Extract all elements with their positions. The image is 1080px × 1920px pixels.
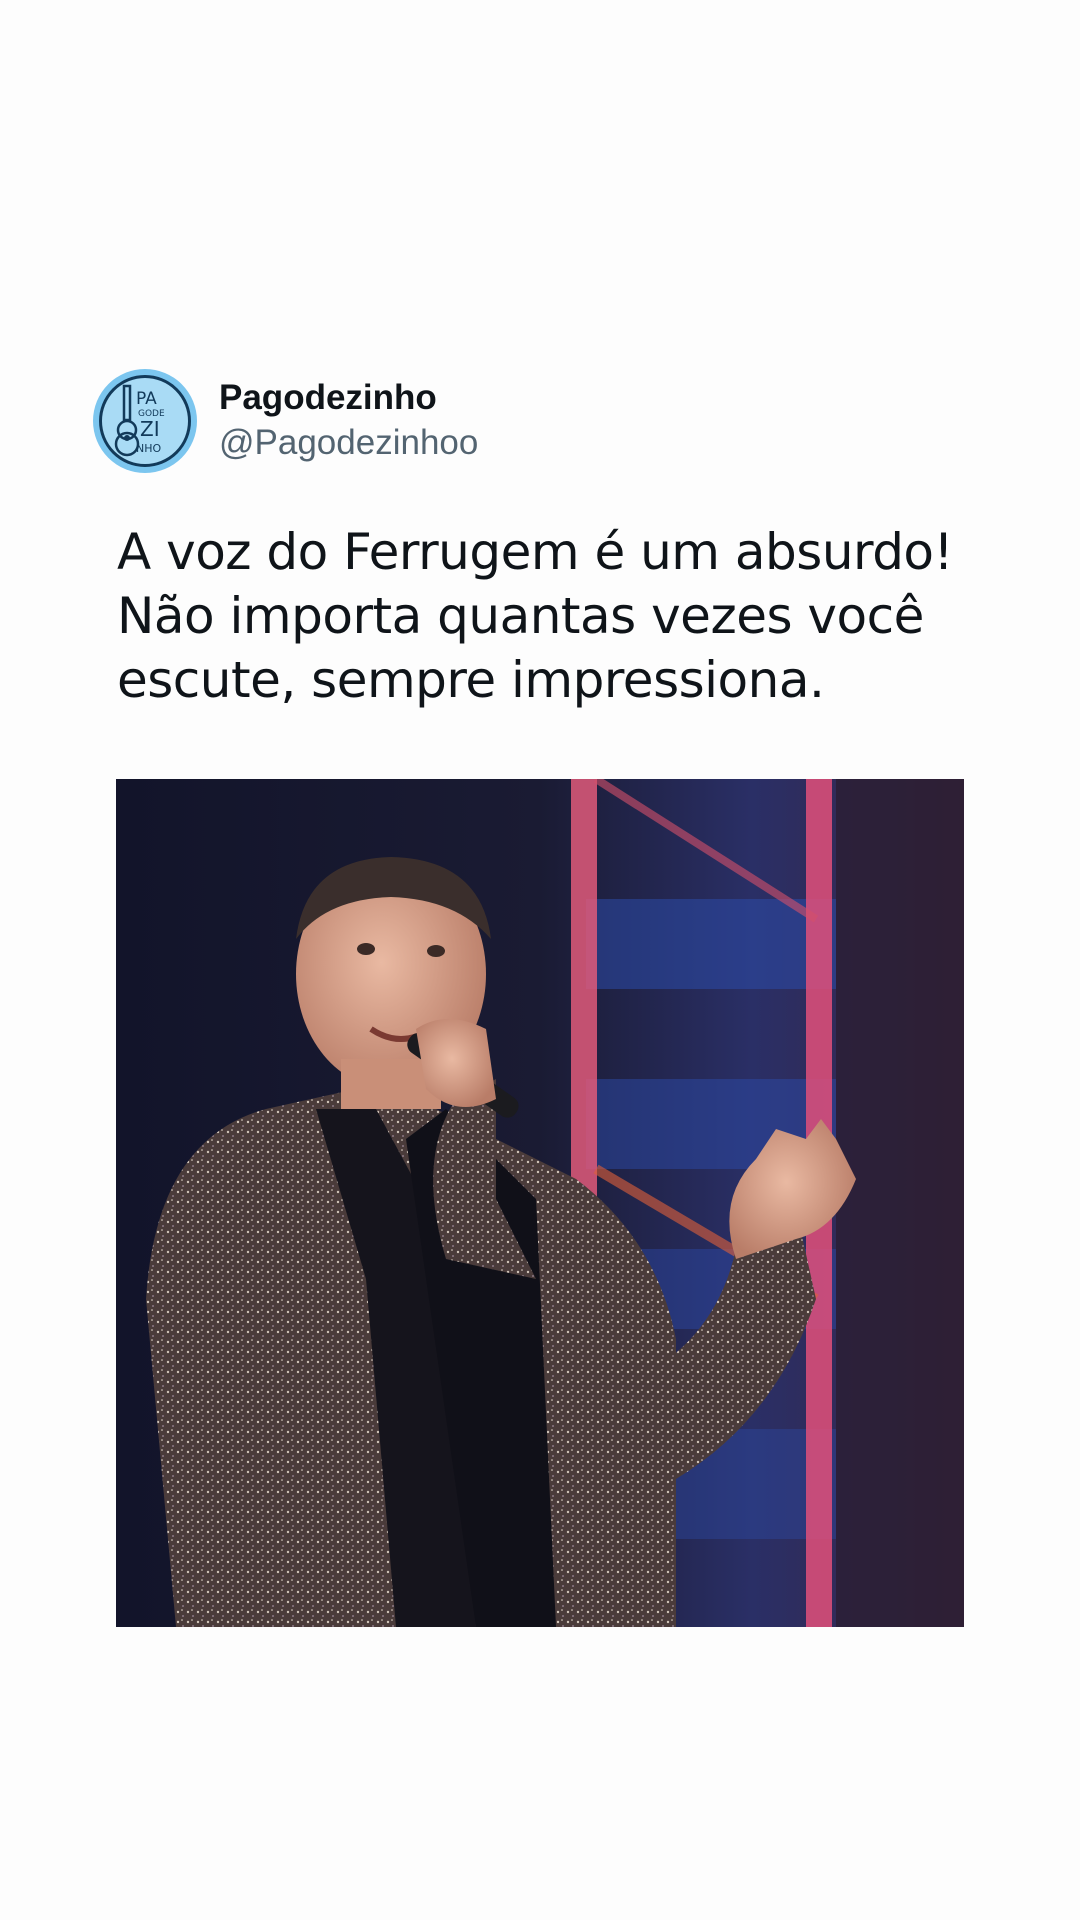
post-header: PA GODE ZI NHO Pagodezinho @Pagodezinhoo — [93, 369, 478, 473]
avatar-logo-line: NHO — [136, 442, 162, 455]
singer-performing-photo — [116, 779, 964, 1627]
avatar[interactable]: PA GODE ZI NHO — [93, 369, 197, 473]
author-handle[interactable]: @Pagodezinhoo — [219, 420, 478, 466]
post-card: PA GODE ZI NHO Pagodezinho @Pagodezinhoo… — [0, 0, 1080, 1920]
author-display-name[interactable]: Pagodezinho — [219, 376, 478, 420]
author-identity: Pagodezinho @Pagodezinhoo — [219, 376, 478, 466]
avatar-logo-line: PA — [136, 389, 157, 409]
post-text: A voz do Ferrugem é um absurdo! Não impo… — [117, 523, 954, 709]
avatar-logo-line: ZI — [140, 417, 160, 441]
post-photo[interactable] — [116, 779, 964, 1627]
guitar-logo-icon: PA GODE ZI NHO — [99, 375, 191, 467]
